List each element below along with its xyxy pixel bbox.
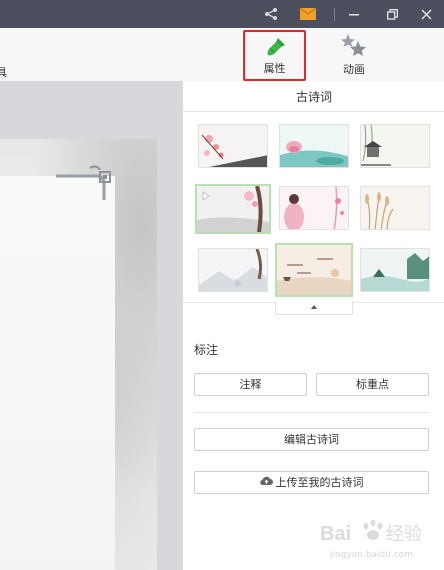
- svg-text:经验: 经验: [386, 524, 422, 544]
- frame-corner-ornament: [56, 165, 111, 200]
- template-thumbnail-warm-sunset[interactable]: [275, 243, 353, 297]
- panel-title: 古诗词: [183, 81, 444, 112]
- stars-icon: [341, 34, 367, 62]
- collapse-gallery-button[interactable]: [275, 301, 353, 315]
- upload-poem-button[interactable]: 上传至我的古诗词: [194, 471, 429, 494]
- template-thumbnail-pink-lady[interactable]: [279, 186, 349, 230]
- animation-tool-button[interactable]: 动画: [322, 28, 386, 83]
- svg-text:Bai: Bai: [320, 523, 351, 545]
- template-thumbnail-lotus-pond[interactable]: [279, 124, 349, 168]
- template-thumbnail-golden-reeds[interactable]: [360, 186, 430, 230]
- minimize-icon[interactable]: [342, 0, 366, 28]
- title-bar: [0, 0, 444, 28]
- animation-label: 动画: [343, 63, 365, 76]
- baidu-logo: Bai 经验: [320, 519, 422, 545]
- properties-tool-button[interactable]: 属性: [243, 30, 306, 81]
- ribbon-toolbar: 具 属性 动画: [0, 28, 444, 82]
- template-gallery: [183, 112, 444, 303]
- baidu-watermark: Bai 经验 jingyan.baidu.com: [318, 516, 438, 566]
- slide-preview[interactable]: [0, 139, 157, 570]
- edit-poem-button[interactable]: 编辑古诗词: [194, 428, 429, 451]
- template-thumbnail-misty-riverbank[interactable]: [195, 184, 271, 234]
- slide-canvas: [0, 81, 182, 570]
- slide-content-area[interactable]: [0, 176, 115, 570]
- properties-panel: 古诗词 标注 注释 标重点 编辑古诗词 上传至我的古诗词: [182, 81, 444, 570]
- close-icon[interactable]: [414, 0, 438, 28]
- template-thumbnail-green-landscape[interactable]: [360, 248, 430, 292]
- restore-icon[interactable]: [380, 0, 404, 28]
- note-button[interactable]: 注释: [194, 373, 307, 396]
- brush-icon: [265, 36, 287, 62]
- template-thumbnail-soft-mountain[interactable]: [198, 248, 268, 292]
- template-thumbnail-ink-pavilion[interactable]: [360, 124, 430, 168]
- upload-poem-label: 上传至我的古诗词: [275, 476, 364, 489]
- template-thumbnail-plum-blossom[interactable]: [198, 124, 268, 168]
- clipped-tool-label: 具: [0, 66, 7, 79]
- share-icon[interactable]: [260, 0, 282, 28]
- chevron-up-icon: [311, 305, 317, 309]
- mark-keypoint-button[interactable]: 标重点: [316, 373, 429, 396]
- properties-label: 属性: [263, 62, 286, 75]
- titlebar-separator: [334, 8, 335, 21]
- cloud-upload-icon: [259, 472, 273, 493]
- annotation-section-label: 标注: [194, 343, 219, 357]
- mail-icon[interactable]: [296, 0, 320, 28]
- watermark-url: jingyan.baidu.com: [330, 550, 414, 560]
- section-divider: [194, 412, 429, 413]
